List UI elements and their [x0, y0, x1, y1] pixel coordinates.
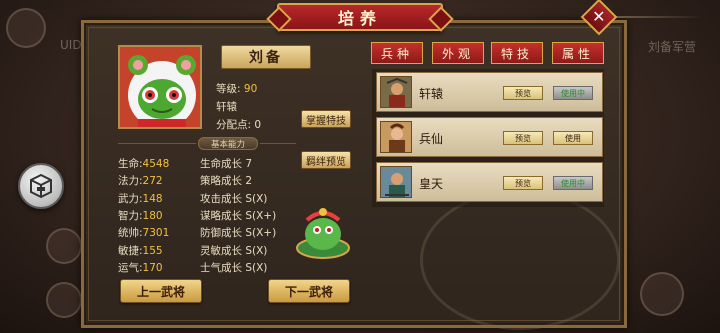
divider — [118, 143, 196, 144]
stat-row: 智力:180 — [118, 209, 163, 222]
basic-ability-tag: 基本能力 — [198, 137, 258, 150]
bg-emblem — [420, 190, 620, 330]
tab-attributes[interactable]: 属性 — [552, 42, 604, 64]
preview-button[interactable]: 预览 — [503, 131, 543, 145]
prev-general-button[interactable]: 上一武将 — [120, 279, 202, 303]
tab-skills[interactable]: 特技 — [491, 42, 543, 64]
troop-avatar — [380, 166, 412, 198]
growth-row: 生命成长 7 — [200, 158, 253, 170]
troop-item[interactable]: 兵仙 预览 使用 — [376, 117, 603, 157]
use-button[interactable]: 使用中 — [553, 86, 593, 100]
bond-preview-button[interactable]: 羁绊预览 — [301, 151, 351, 169]
use-button[interactable]: 使用中 — [553, 176, 593, 190]
hero-name: 刘备 — [221, 45, 311, 69]
tab-appearance[interactable]: 外观 — [432, 42, 484, 64]
growth-row: 策略成长 2 — [200, 175, 253, 188]
stat-row: 法力:272 — [118, 175, 163, 188]
growth-row: 攻击成长 S(X) — [200, 192, 268, 205]
stat-row: 生命:4548 — [118, 158, 170, 170]
hero-points: 分配点: 0 — [216, 119, 262, 131]
troop-item[interactable]: 轩辕 预览 使用中 — [376, 72, 603, 112]
bg-side-icon — [46, 228, 82, 264]
bg-side-icon — [46, 282, 82, 318]
box-menu-button[interactable] — [18, 163, 64, 209]
hero-portrait — [118, 45, 202, 129]
growth-row: 谋略成长 S(X+) — [200, 209, 277, 222]
bg-camp-label: 刘备军营 — [648, 40, 697, 54]
next-general-button[interactable]: 下一武将 — [268, 279, 350, 303]
troop-name: 轩辕 — [419, 87, 444, 101]
stat-row: 武力:148 — [118, 192, 163, 205]
troop-avatar — [380, 76, 412, 108]
mount-figure — [293, 200, 353, 260]
stat-row: 敏捷:155 — [118, 244, 163, 257]
window-title: 培养 — [277, 3, 443, 31]
box-icon — [30, 173, 52, 199]
close-icon: ✕ — [592, 7, 606, 26]
preview-button[interactable]: 预览 — [503, 86, 543, 100]
hero-level: 等级: 90 — [216, 83, 258, 95]
hero-mount-name: 轩辕 — [216, 101, 237, 113]
bg-avatar — [6, 8, 46, 48]
preview-button[interactable]: 预览 — [503, 176, 543, 190]
stat-row: 运气:170 — [118, 261, 163, 274]
growth-row: 灵敏成长 S(X) — [200, 244, 268, 257]
divider — [260, 143, 296, 144]
troop-item[interactable]: 皇天 预览 使用中 — [376, 162, 603, 202]
stat-row: 统帅:7301 — [118, 227, 170, 240]
tab-troop-type[interactable]: 兵种 — [371, 42, 423, 64]
troop-name: 兵仙 — [419, 132, 444, 146]
master-skill-button[interactable]: 掌握特技 — [301, 110, 351, 128]
bg-menu-icon — [640, 272, 684, 316]
close-line — [614, 16, 704, 18]
growth-row: 防御成长 S(X+) — [200, 227, 277, 240]
troop-name: 皇天 — [419, 177, 444, 191]
troop-avatar — [380, 121, 412, 153]
use-button[interactable]: 使用 — [553, 131, 593, 145]
growth-row: 士气成长 S(X) — [200, 261, 268, 274]
